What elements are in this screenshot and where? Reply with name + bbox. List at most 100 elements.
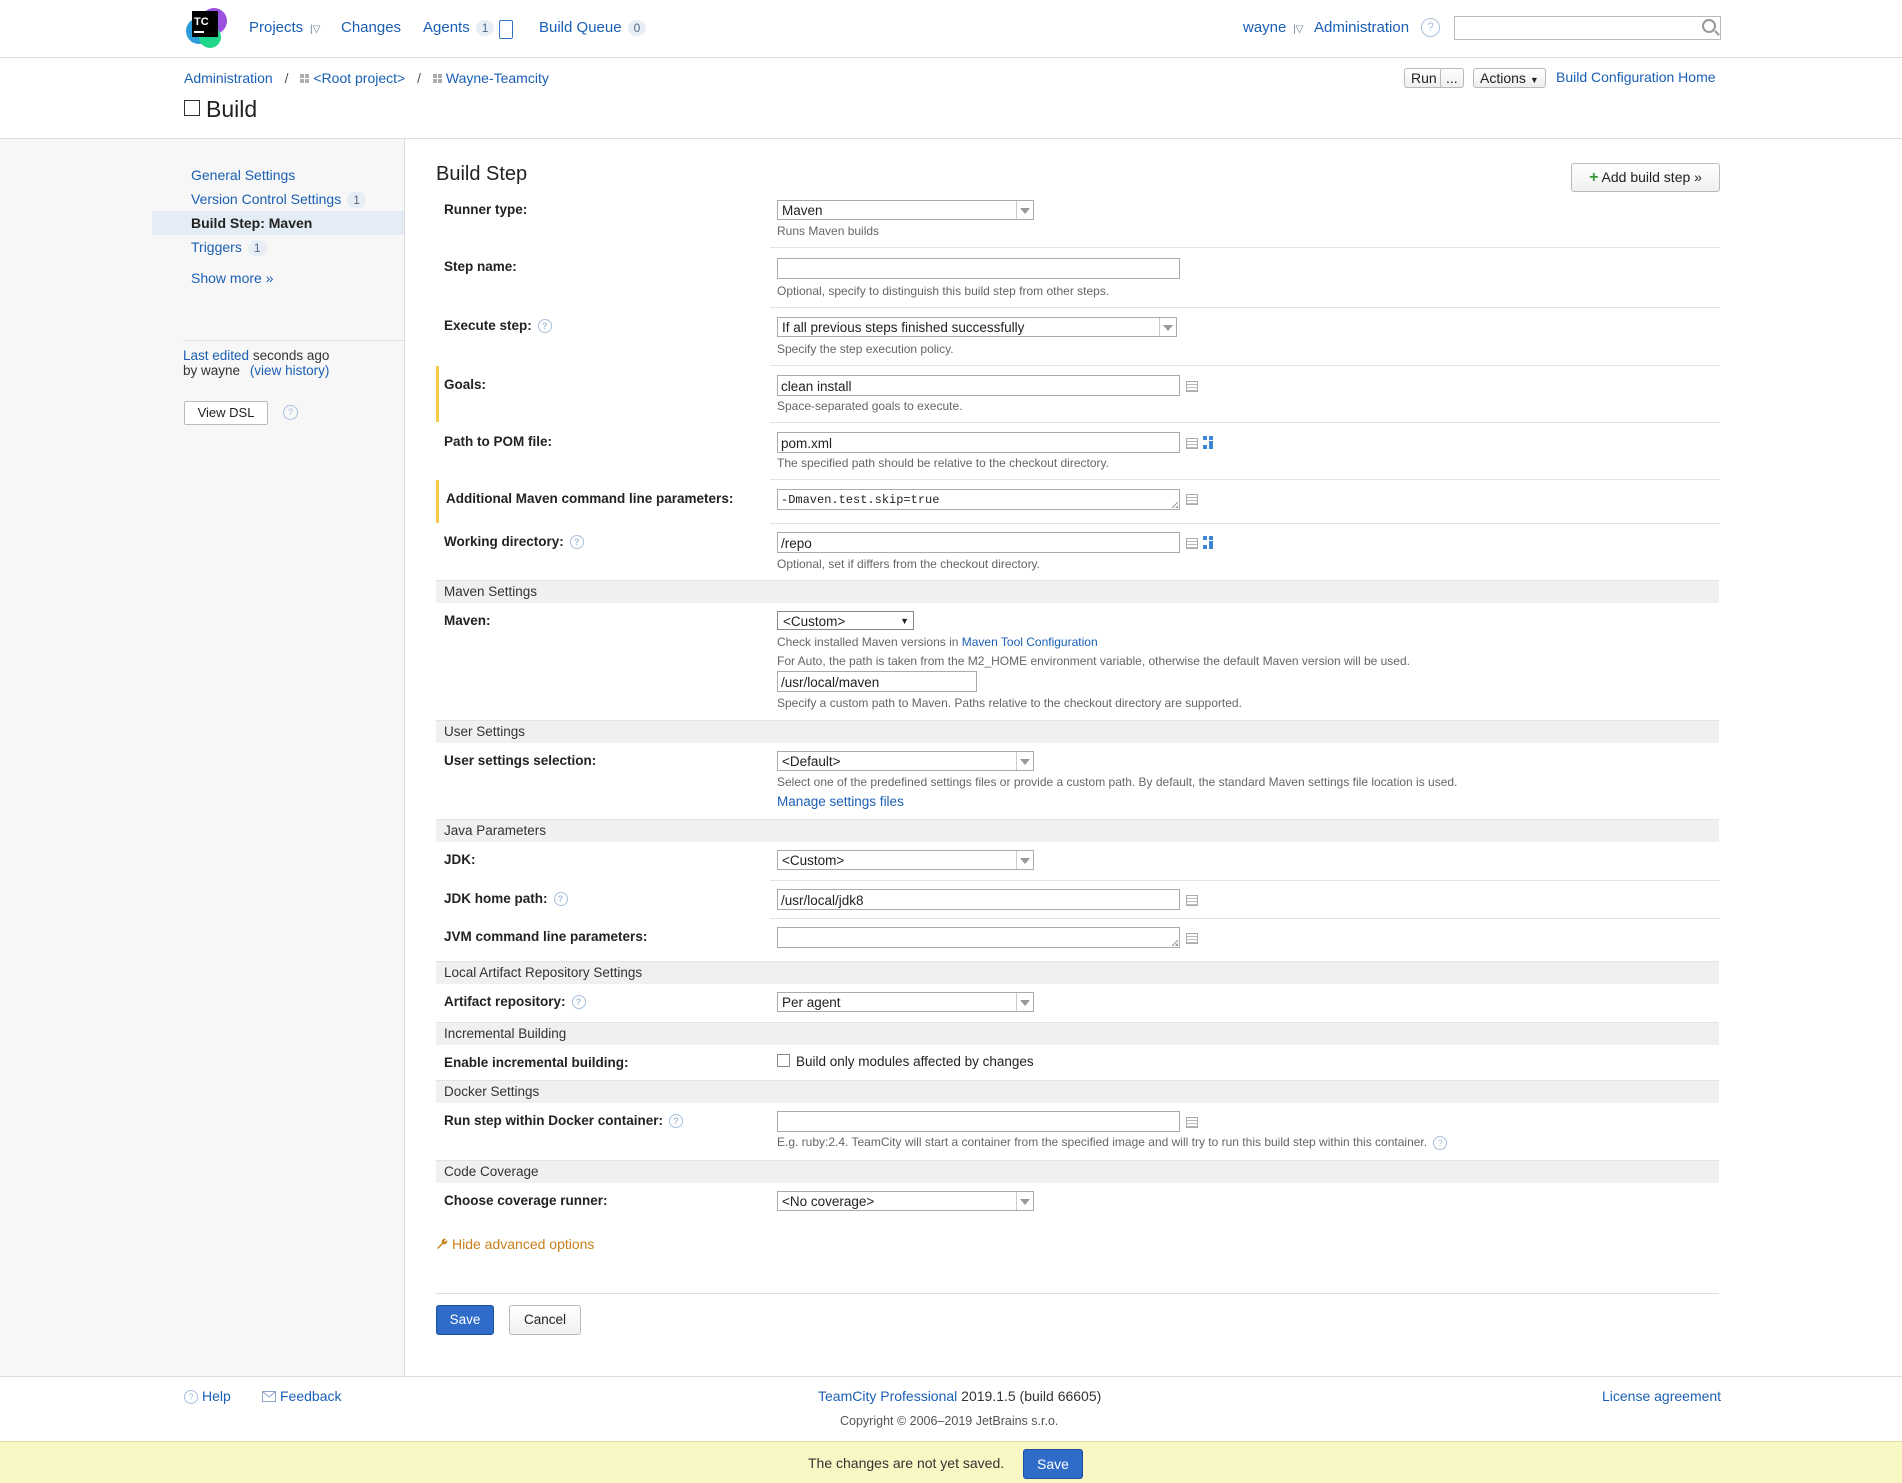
build-config-icon xyxy=(184,100,200,116)
incremental-checkbox[interactable] xyxy=(777,1054,790,1067)
chevron-down-icon: ▼ xyxy=(1529,75,1539,85)
coverage-runner-select[interactable]: <No coverage> xyxy=(777,1191,1034,1211)
run-button[interactable]: Run xyxy=(1404,68,1444,88)
jdk-home-label: JDK home path:? xyxy=(444,891,568,907)
nav-agents[interactable]: Agents 1 xyxy=(423,19,495,36)
expand-editor-icon[interactable] xyxy=(1186,538,1198,549)
section-heading: Docker Settings xyxy=(444,1084,540,1099)
nav-changes[interactable]: Changes xyxy=(341,19,401,36)
hide-advanced-label: Hide advanced options xyxy=(452,1236,595,1252)
build-config-home-link[interactable]: Build Configuration Home xyxy=(1556,69,1716,85)
jdk-home-input[interactable]: /usr/local/jdk8 xyxy=(777,889,1180,910)
nav-projects[interactable]: Projects |▽ xyxy=(249,19,320,36)
plus-icon: + xyxy=(1589,169,1599,186)
runner-type-select[interactable]: Maven xyxy=(777,200,1034,220)
row-divider xyxy=(770,918,1720,919)
view-history-link[interactable]: (view history) xyxy=(250,363,330,378)
teamcity-logo[interactable]: TC xyxy=(184,5,228,49)
jdk-select[interactable]: <Custom> xyxy=(777,850,1034,870)
maven-path-input[interactable]: /usr/local/maven xyxy=(777,671,977,692)
search-icon[interactable] xyxy=(1702,19,1716,33)
user-settings-section: User Settings xyxy=(436,720,1719,743)
help-icon[interactable]: ? xyxy=(283,405,298,420)
help-icon[interactable]: ? xyxy=(571,995,586,1010)
add-build-step-label: Add build step » xyxy=(1601,169,1702,185)
sidebar-item-triggers[interactable]: Triggers 1 xyxy=(191,239,267,256)
chevron-down-icon[interactable]: |▽ xyxy=(307,24,320,35)
sidebar-item-label: Triggers xyxy=(191,239,242,255)
sidebar-item-build-step[interactable]: Build Step: Maven xyxy=(152,211,404,235)
runner-type-hint: Runs Maven builds xyxy=(777,224,880,238)
add-build-step-button[interactable]: + Add build step » xyxy=(1571,163,1720,192)
maven-tool-config-link[interactable]: Maven Tool Configuration xyxy=(962,635,1098,649)
footer-feedback-label: Feedback xyxy=(280,1388,342,1404)
last-edited-link[interactable]: Last edited xyxy=(183,348,249,363)
help-icon[interactable]: ? xyxy=(537,319,552,334)
step-name-label: Step name: xyxy=(444,259,517,274)
nav-build-queue[interactable]: Build Queue 0 xyxy=(539,19,647,36)
vcs-tree-icon[interactable] xyxy=(1203,536,1216,549)
help-icon[interactable]: ? xyxy=(1433,1135,1448,1150)
jvm-params-label: JVM command line parameters: xyxy=(444,929,648,944)
sidebar-item-version-control[interactable]: Version Control Settings 1 xyxy=(191,191,366,208)
hide-advanced-options-link[interactable]: Hide advanced options xyxy=(436,1236,594,1252)
logo-text: TC xyxy=(194,16,209,28)
working-dir-input[interactable]: /repo xyxy=(777,532,1180,553)
help-icon[interactable]: ? xyxy=(669,1114,684,1129)
help-icon[interactable]: ? xyxy=(569,535,584,550)
help-icon[interactable]: ? xyxy=(1421,18,1440,37)
execute-step-select[interactable]: If all previous steps finished successfu… xyxy=(777,317,1177,337)
nav-administration[interactable]: Administration xyxy=(1314,19,1409,36)
breadcrumb-root-project[interactable]: <Root project> xyxy=(313,70,405,86)
maven-version-select[interactable]: <Custom> ▼ xyxy=(777,611,914,630)
pom-path-input[interactable]: pom.xml xyxy=(777,432,1180,453)
artifact-repo-select[interactable]: Per agent xyxy=(777,992,1034,1012)
artifact-repo-section: Local Artifact Repository Settings xyxy=(436,961,1719,984)
expand-editor-icon[interactable] xyxy=(1186,381,1198,392)
goals-input[interactable]: clean install xyxy=(777,375,1180,396)
save-button[interactable]: Save xyxy=(436,1305,494,1335)
sidebar-item-general-settings[interactable]: General Settings xyxy=(191,167,295,183)
expand-editor-icon[interactable] xyxy=(1186,494,1198,505)
unsaved-changes-bar: The changes are not yet saved. Save xyxy=(0,1441,1902,1483)
show-more-link[interactable]: Show more » xyxy=(191,270,273,286)
manage-settings-link[interactable]: Manage settings files xyxy=(777,794,904,809)
actions-label: Actions xyxy=(1480,70,1526,86)
chevron-down-icon[interactable]: |▽ xyxy=(1290,24,1303,35)
user-settings-select[interactable]: <Default> xyxy=(777,751,1034,771)
user-menu[interactable]: wayne |▽ xyxy=(1243,19,1303,36)
incremental-checkbox-label[interactable]: Build only modules affected by changes xyxy=(796,1054,1034,1069)
actions-button[interactable]: Actions ▼ xyxy=(1473,68,1546,88)
footer-help-link[interactable]: ? Help xyxy=(184,1388,231,1405)
build-queue-count-badge: 0 xyxy=(627,20,647,36)
step-name-input[interactable] xyxy=(777,258,1180,279)
cancel-button[interactable]: Cancel xyxy=(509,1305,581,1335)
incremental-building-section: Incremental Building xyxy=(436,1022,1719,1045)
docker-label: Run step within Docker container:? xyxy=(444,1113,684,1129)
additional-params-textarea[interactable]: -Dmaven.test.skip=true xyxy=(777,489,1180,510)
unsaved-save-button[interactable]: Save xyxy=(1023,1449,1083,1479)
user-settings-label: User settings selection: xyxy=(444,753,597,768)
docker-hint: E.g. ruby:2.4. TeamCity will start a con… xyxy=(777,1135,1448,1150)
license-agreement-link[interactable]: License agreement xyxy=(1602,1388,1721,1404)
expand-editor-icon[interactable] xyxy=(1186,438,1198,449)
search-input[interactable] xyxy=(1454,16,1721,40)
jvm-params-textarea[interactable] xyxy=(777,927,1180,948)
vcs-tree-icon[interactable] xyxy=(1203,436,1216,449)
expand-editor-icon[interactable] xyxy=(1186,895,1198,906)
breadcrumb-wayne-teamcity[interactable]: Wayne-Teamcity xyxy=(446,70,549,86)
expand-editor-icon[interactable] xyxy=(1186,933,1198,944)
breadcrumb-administration[interactable]: Administration xyxy=(184,70,273,86)
docker-hint-text: E.g. ruby:2.4. TeamCity will start a con… xyxy=(777,1135,1428,1149)
run-options-button[interactable]: ... xyxy=(1440,68,1464,88)
pom-path-label: Path to POM file: xyxy=(444,434,552,449)
agent-status-icon[interactable] xyxy=(499,20,513,39)
expand-editor-icon[interactable] xyxy=(1186,1117,1198,1128)
footer-product-link[interactable]: TeamCity Professional xyxy=(818,1388,957,1404)
view-dsl-button[interactable]: View DSL xyxy=(184,401,268,425)
footer-product: TeamCity Professional 2019.1.5 (build 66… xyxy=(818,1388,1101,1404)
footer-feedback-link[interactable]: Feedback xyxy=(262,1388,341,1404)
sidebar-item-label: Build Step: Maven xyxy=(191,215,313,231)
help-icon[interactable]: ? xyxy=(553,892,568,907)
docker-image-input[interactable] xyxy=(777,1111,1180,1132)
